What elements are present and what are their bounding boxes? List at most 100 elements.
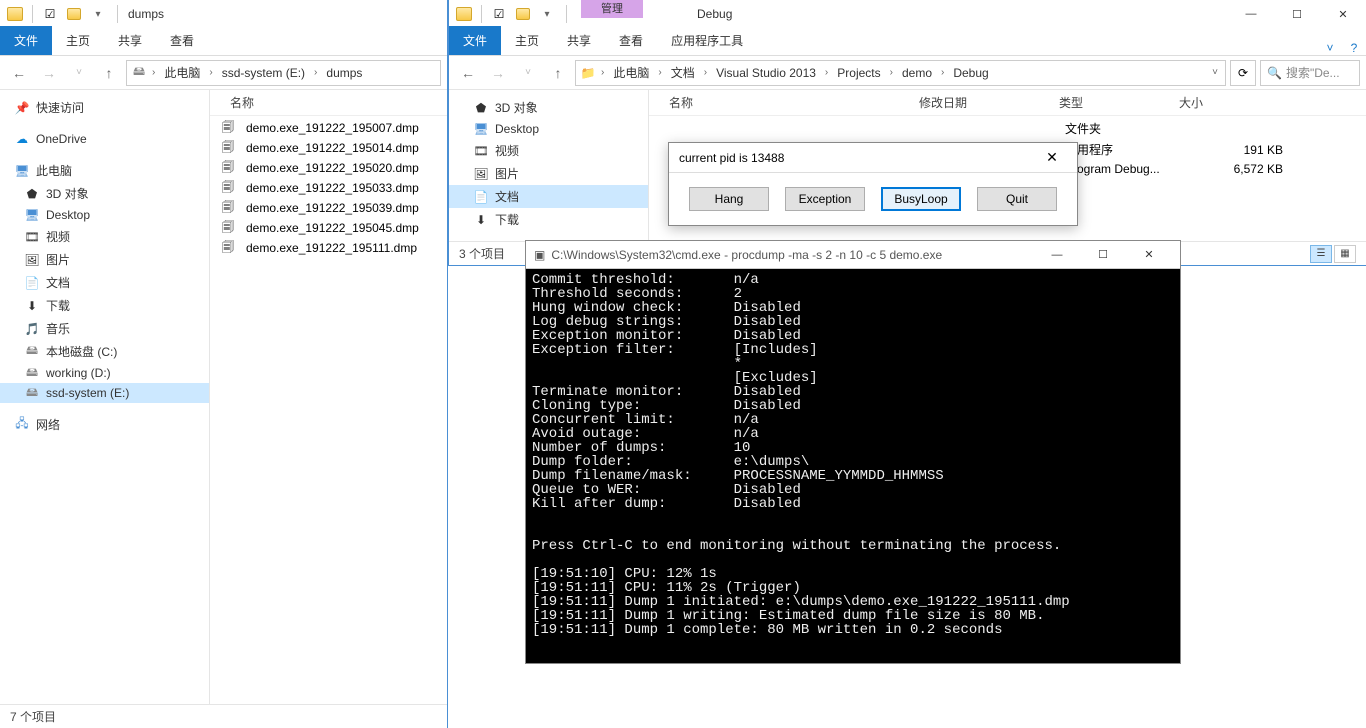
column-header-type[interactable]: 类型 (1051, 90, 1171, 115)
nav-forward-button[interactable]: → (36, 60, 62, 86)
nav-quick-access[interactable]: 📌快速访问 (0, 96, 209, 119)
dialog-close-button[interactable]: ✕ (1037, 149, 1067, 166)
chevron-right-icon[interactable]: › (822, 67, 831, 78)
nav-onedrive[interactable]: ☁OneDrive (0, 129, 209, 149)
chevron-right-icon[interactable]: › (311, 67, 320, 78)
nav-downloads[interactable]: ⬇下载 (0, 294, 209, 317)
nav-pictures[interactable]: 🖼图片 (0, 248, 209, 271)
breadcrumb-drive[interactable]: ssd-system (E:) (218, 64, 309, 82)
chevron-right-icon[interactable]: › (887, 67, 896, 78)
busyloop-button[interactable]: BusyLoop (881, 187, 961, 211)
file-row[interactable]: 🗐demo.exe_191222_195014.dmp (210, 138, 447, 158)
exception-button[interactable]: Exception (785, 187, 865, 211)
file-row[interactable]: 文件夹 (649, 118, 1366, 139)
qat-properties-icon[interactable]: ☑ (488, 3, 510, 25)
chevron-down-icon[interactable]: ˅ (1209, 67, 1221, 78)
nav-desktop[interactable]: 🖥Desktop (449, 119, 648, 139)
help-button[interactable]: ? (1342, 41, 1366, 55)
quit-button[interactable]: Quit (977, 187, 1057, 211)
nav-up-button[interactable]: ↑ (545, 60, 571, 86)
nav-pictures[interactable]: 🖼图片 (449, 162, 648, 185)
demo-dialog: current pid is 13488 ✕ Hang Exception Bu… (668, 142, 1078, 226)
nav-history-button[interactable]: ˅ (66, 60, 92, 86)
nav-history-button[interactable]: ˅ (515, 60, 541, 86)
ribbon-tab-file[interactable]: 文件 (449, 26, 501, 55)
nav-downloads[interactable]: ⬇下载 (449, 208, 648, 231)
chevron-right-icon[interactable]: › (701, 67, 710, 78)
nav-videos[interactable]: 🎞视频 (0, 225, 209, 248)
nav-this-pc[interactable]: 🖥此电脑 (0, 159, 209, 182)
column-header-date[interactable]: 修改日期 (911, 90, 1051, 115)
breadcrumb[interactable]: Debug (949, 64, 992, 82)
address-box[interactable]: 📁 › 此电脑› 文档› Visual Studio 2013› Project… (575, 60, 1226, 86)
file-row[interactable]: 🗐demo.exe_191222_195033.dmp (210, 178, 447, 198)
file-row[interactable]: 🗐demo.exe_191222_195045.dmp (210, 218, 447, 238)
chevron-right-icon[interactable]: › (938, 67, 947, 78)
nav-drive-c[interactable]: 🖴本地磁盘 (C:) (0, 340, 209, 363)
nav-videos[interactable]: 🎞视频 (449, 139, 648, 162)
view-details-button[interactable]: ☰ (1310, 245, 1332, 263)
file-row[interactable]: 🗐demo.exe_191222_195020.dmp (210, 158, 447, 178)
ribbon-tab-home[interactable]: 主页 (52, 26, 104, 55)
nav-label: 图片 (495, 165, 519, 182)
address-box[interactable]: 🖴 › 此电脑 › ssd-system (E:) › dumps (126, 60, 441, 86)
ribbon-tab-view[interactable]: 查看 (605, 26, 657, 55)
ribbon-tab-home[interactable]: 主页 (501, 26, 553, 55)
minimize-button[interactable]: — (1034, 241, 1080, 269)
chevron-right-icon[interactable]: › (149, 67, 158, 78)
ribbon-tab-share[interactable]: 共享 (553, 26, 605, 55)
qat-newfolder-icon[interactable] (63, 3, 85, 25)
nav-back-button[interactable]: ← (455, 60, 481, 86)
refresh-button[interactable]: ⟳ (1230, 60, 1256, 86)
nav-drive-d[interactable]: 🖴working (D:) (0, 363, 209, 383)
file-row[interactable]: 🗐demo.exe_191222_195111.dmp (210, 238, 447, 258)
maximize-button[interactable]: ☐ (1274, 0, 1320, 28)
nav-drive-e[interactable]: 🖴ssd-system (E:) (0, 383, 209, 403)
nav-3d-objects[interactable]: ⬟3D 对象 (0, 182, 209, 205)
close-button[interactable]: ✕ (1320, 0, 1366, 28)
nav-documents[interactable]: 📄文档 (0, 271, 209, 294)
explorer-window-debug: ☑ ▾ 管理 Debug — ☐ ✕ 文件 主页 共享 查看 应用程序工具 ˅ … (448, 0, 1366, 266)
column-header-name[interactable]: 名称 (661, 90, 911, 115)
hang-button[interactable]: Hang (689, 187, 769, 211)
breadcrumb[interactable]: Visual Studio 2013 (712, 64, 820, 82)
file-row[interactable]: 🗐demo.exe_191222_195039.dmp (210, 198, 447, 218)
dump-file-icon: 🗐 (220, 200, 236, 216)
nav-forward-button[interactable]: → (485, 60, 511, 86)
qat-customize-icon[interactable]: ▾ (536, 3, 558, 25)
nav-up-button[interactable]: ↑ (96, 60, 122, 86)
chevron-right-icon[interactable]: › (598, 67, 607, 78)
chevron-right-icon[interactable]: › (206, 67, 215, 78)
breadcrumb-thispc[interactable]: 此电脑 (160, 62, 204, 83)
qat-properties-icon[interactable]: ☑ (39, 3, 61, 25)
qat-customize-icon[interactable]: ▾ (87, 3, 109, 25)
nav-documents[interactable]: 📄文档 (449, 185, 648, 208)
ribbon-tab-file[interactable]: 文件 (0, 26, 52, 55)
nav-desktop[interactable]: 🖥Desktop (0, 205, 209, 225)
nav-label: working (D:) (46, 366, 111, 380)
breadcrumb[interactable]: demo (898, 64, 936, 82)
breadcrumb[interactable]: 文档 (667, 62, 699, 83)
file-row[interactable]: 🗐demo.exe_191222_195007.dmp (210, 118, 447, 138)
close-button[interactable]: ✕ (1126, 241, 1172, 269)
minimize-button[interactable]: — (1228, 0, 1274, 28)
column-header-size[interactable]: 大小 (1171, 90, 1271, 115)
search-input[interactable]: 🔍搜索"De... (1260, 60, 1360, 86)
ribbon-tab-share[interactable]: 共享 (104, 26, 156, 55)
ribbon-expand-button[interactable]: ˅ (1318, 41, 1342, 55)
column-header-name[interactable]: 名称 (222, 90, 422, 115)
nav-label: 网络 (36, 416, 60, 433)
nav-back-button[interactable]: ← (6, 60, 32, 86)
nav-3d-objects[interactable]: ⬟3D 对象 (449, 96, 648, 119)
ribbon-tab-view[interactable]: 查看 (156, 26, 208, 55)
nav-network[interactable]: 🖧网络 (0, 413, 209, 436)
maximize-button[interactable]: ☐ (1080, 241, 1126, 269)
breadcrumb[interactable]: Projects (833, 64, 884, 82)
breadcrumb[interactable]: 此电脑 (609, 62, 653, 83)
chevron-right-icon[interactable]: › (655, 67, 664, 78)
qat-newfolder-icon[interactable] (512, 3, 534, 25)
breadcrumb-folder[interactable]: dumps (322, 64, 366, 82)
ribbon-tab-apptools[interactable]: 应用程序工具 (657, 26, 757, 55)
view-large-button[interactable]: ▦ (1334, 245, 1356, 263)
nav-music[interactable]: 🎵音乐 (0, 317, 209, 340)
